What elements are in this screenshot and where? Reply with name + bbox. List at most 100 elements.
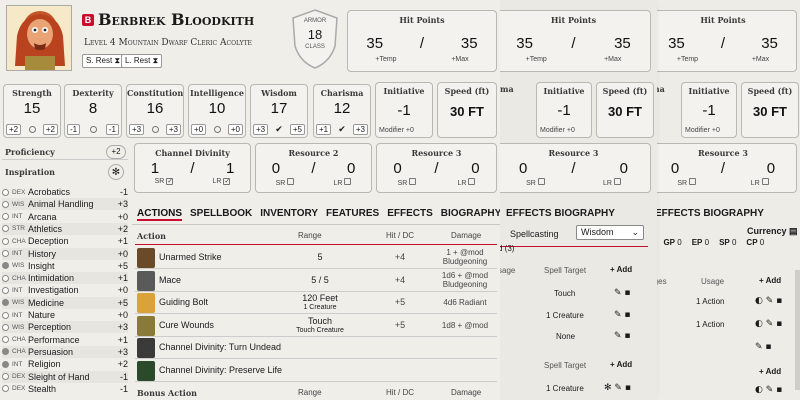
action-hit[interactable]: +5 [375, 297, 425, 307]
p3-add-button[interactable]: + Add [759, 276, 781, 285]
skill-row-persuasion[interactable]: CHA Persuasion +3 [2, 345, 128, 358]
proficient-check-icon[interactable]: ✔ [338, 124, 346, 135]
short-rest-button[interactable]: S. Rest ⧗ [82, 54, 125, 68]
p3-resource-max[interactable]: 0 [767, 160, 775, 177]
action-hit[interactable]: +5 [375, 320, 425, 330]
skill-row-insight[interactable]: WIS Insight +5 [2, 260, 128, 272]
p2-row-icons-1[interactable]: ✎ ▪ [614, 288, 631, 298]
avatar[interactable] [6, 5, 72, 71]
action-name[interactable]: Unarmed Strike [159, 252, 222, 262]
speed-box[interactable]: Speed (ft) 30 FT [437, 82, 497, 138]
p2-row-icons-3[interactable]: ✎ ▪ [614, 331, 631, 341]
skill-row-medicine[interactable]: WIS Medicine +5 [2, 296, 128, 309]
p3-max-label[interactable]: +Max [752, 56, 769, 63]
skill-row-acrobatics[interactable]: DEX Acrobatics -1 [2, 186, 128, 198]
inspiration-toggle-icon[interactable]: ✻ [108, 164, 124, 180]
skill-proficiency-toggle[interactable] [2, 262, 9, 270]
action-name[interactable]: Guiding Bolt [159, 297, 208, 307]
skill-row-investigation[interactable]: INT Investigation +0 [2, 284, 128, 296]
tab-features[interactable]: FEATURES [326, 208, 379, 221]
resource-current[interactable]: 1 [151, 160, 159, 177]
p3-sp[interactable]: SP 0 [719, 238, 736, 247]
skill-proficiency-toggle[interactable] [2, 299, 9, 307]
p2-resource-current[interactable]: 0 [519, 160, 527, 177]
p2-hp-current[interactable]: 35 [516, 35, 533, 52]
action-name[interactable]: Channel Divinity: Turn Undead [159, 342, 281, 352]
skill-row-arcana[interactable]: INT Arcana +0 [2, 211, 128, 223]
skill-proficiency-toggle[interactable] [2, 274, 9, 282]
p3-temp-label[interactable]: +Temp [677, 56, 698, 63]
skill-proficiency-toggle[interactable] [2, 336, 9, 344]
skill-proficiency-toggle[interactable] [2, 225, 9, 233]
p3-add-button-2[interactable]: + Add [759, 367, 781, 376]
p3-row-icons-2[interactable]: ◐ ✎ ▪ [755, 319, 782, 329]
action-damage[interactable]: 1d8 + @mod [430, 321, 500, 330]
skill-proficiency-toggle[interactable] [2, 360, 9, 368]
skill-proficiency-toggle[interactable] [2, 323, 9, 331]
action-icon[interactable] [137, 360, 155, 381]
p3-hp-max[interactable]: 35 [761, 35, 778, 52]
p3-cp[interactable]: CP 0 [746, 238, 764, 247]
action-row-unarmed-strike[interactable]: Unarmed Strike 5 +4 1 + @mod Bludgeoning [135, 247, 497, 269]
tab-effects[interactable]: EFFECTS [387, 208, 433, 221]
p2-max-label[interactable]: +Max [604, 56, 621, 63]
sr-toggle[interactable]: SR ✓ [155, 178, 174, 185]
skill-proficiency-toggle[interactable] [2, 200, 9, 208]
action-icon[interactable] [137, 248, 155, 268]
initiative-box[interactable]: Initiative -1 Modifier +0 [375, 82, 433, 138]
ability-intelligence[interactable]: Intelligence 10 +0 +0 [188, 84, 246, 138]
ability-constitution[interactable]: Constitution 16 +3 +3 [126, 84, 184, 138]
action-row-mace[interactable]: Mace 5 / 5 +4 1d6 + @mod Bludgeoning [135, 270, 497, 292]
hp-max[interactable]: 35 [461, 35, 478, 52]
p2-row-icons-4[interactable]: ✻ ✎ ▪ [604, 383, 631, 393]
hp-temp-button[interactable]: +Temp [375, 56, 396, 63]
p3-gp[interactable]: GP 0 [663, 238, 681, 247]
action-row-channel-divinity-turn-undead[interactable]: Channel Divinity: Turn Undead [135, 337, 497, 359]
skill-row-perception[interactable]: WIS Perception +3 [2, 321, 128, 334]
action-icon[interactable] [137, 315, 155, 336]
lr-toggle[interactable]: LR [457, 178, 476, 187]
p2-row-icons-2[interactable]: ✎ ▪ [614, 310, 631, 320]
hp-max-button[interactable]: +Max [451, 56, 468, 63]
character-name[interactable]: Berbrek Bloodkith [98, 10, 254, 29]
p2-tabs[interactable]: EFFECTS BIOGRAPHY [506, 208, 615, 219]
save-proficiency-toggle[interactable] [89, 126, 97, 133]
action-damage[interactable]: 1d6 + @mod Bludgeoning [430, 271, 500, 289]
skill-proficiency-toggle[interactable] [2, 188, 9, 196]
resource-max[interactable]: 1 [226, 160, 234, 177]
p3-hp-current[interactable]: 35 [668, 35, 685, 52]
action-row-channel-divinity-preserve-life[interactable]: Channel Divinity: Preserve Life [135, 360, 497, 382]
skill-row-nature[interactable]: INT Nature +0 [2, 309, 128, 321]
hp-current[interactable]: 35 [366, 35, 383, 52]
action-icon[interactable] [137, 338, 155, 358]
skill-proficiency-toggle[interactable] [2, 250, 9, 257]
proficient-check-icon[interactable]: ✔ [275, 124, 283, 135]
skill-proficiency-toggle[interactable] [2, 373, 9, 380]
action-damage[interactable]: 4d6 Radiant [430, 298, 500, 307]
skill-proficiency-toggle[interactable] [2, 286, 9, 294]
p2-hp-max[interactable]: 35 [614, 35, 631, 52]
save-proficiency-toggle[interactable] [151, 126, 159, 133]
long-rest-button[interactable]: L. Rest ⧗ [121, 54, 163, 68]
ability-charisma[interactable]: Charisma 12 +1 ✔ +3 [313, 84, 371, 138]
action-hit[interactable]: +4 [375, 252, 425, 262]
p3-scrollbar[interactable] [795, 270, 800, 390]
skill-row-intimidation[interactable]: CHA Intimidation +1 [2, 272, 128, 285]
ability-strength[interactable]: Strength 15 +2 +2 [3, 84, 61, 138]
p3-row-icons[interactable]: ◐ ✎ ▪ [755, 296, 782, 306]
skill-row-sleight-of-hand[interactable]: DEX Sleight of Hand -1 [2, 370, 128, 383]
p2-sr-toggle[interactable]: SR [526, 178, 545, 187]
tab-biography[interactable]: BIOGRAPHY [441, 208, 500, 221]
skill-row-performance[interactable]: CHA Performance +1 [2, 334, 128, 346]
sr-toggle[interactable]: SR [276, 178, 295, 187]
save-proficiency-toggle[interactable] [213, 126, 221, 133]
skill-row-animal-handling[interactable]: WIS Animal Handling +3 [2, 198, 128, 211]
lr-toggle[interactable]: LR ✓ [212, 178, 231, 185]
ability-wisdom[interactable]: Wisdom 17 +3 ✔ +5 [250, 84, 308, 138]
p3-resource-current[interactable]: 0 [671, 160, 679, 177]
skill-row-deception[interactable]: CHA Deception +1 [2, 235, 128, 247]
tab-spellbook[interactable]: SPELLBOOK [190, 208, 252, 221]
tab-actions[interactable]: ACTIONS [137, 208, 182, 221]
lr-toggle[interactable]: LR [333, 178, 352, 187]
skill-row-athletics[interactable]: STR Athletics +2 [2, 222, 128, 235]
